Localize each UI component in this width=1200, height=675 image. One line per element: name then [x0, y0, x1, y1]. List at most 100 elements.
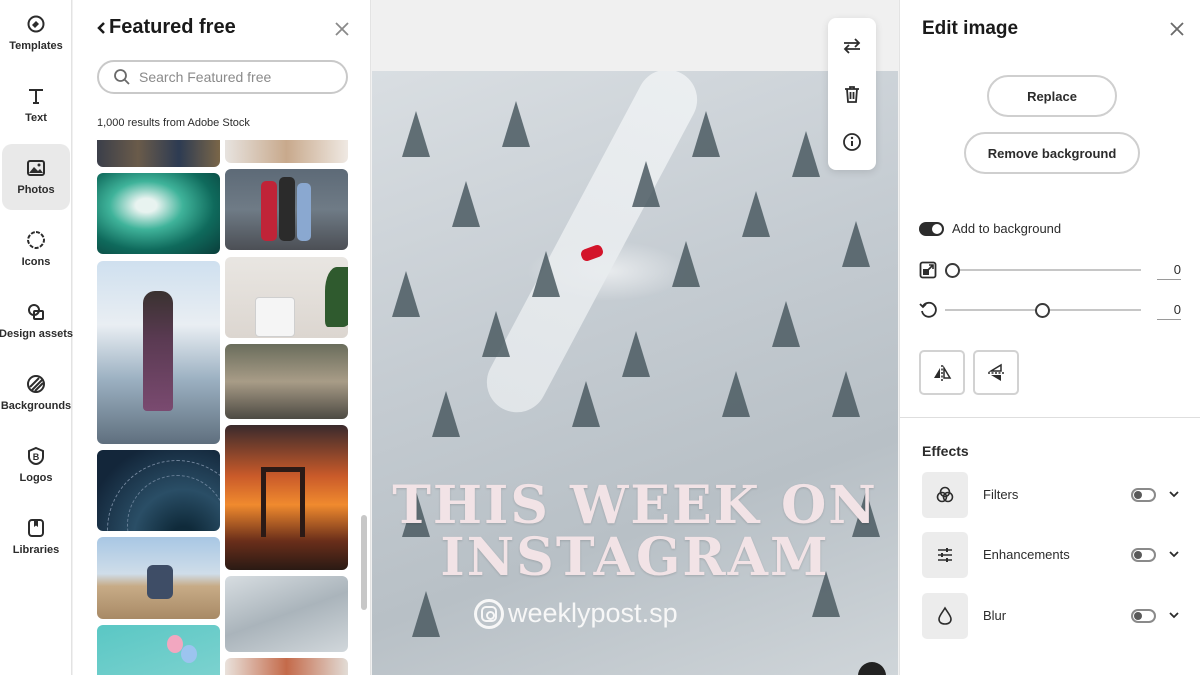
add-to-background-row: Add to background	[919, 221, 1061, 236]
flip-vertical-button[interactable]	[973, 350, 1019, 395]
rail-label-icons: Icons	[21, 256, 51, 268]
flip-horizontal-button[interactable]	[919, 350, 965, 395]
scale-slider-track[interactable]	[953, 269, 1141, 271]
rail-item-icons[interactable]: Icons	[2, 216, 70, 282]
filters-icon-tile	[922, 472, 968, 518]
tree	[742, 191, 770, 237]
results-count: 1,000 results from Adobe Stock	[97, 117, 250, 129]
headline-line2[interactable]: INSTAGRAM	[372, 531, 898, 585]
photo-thumb-woman-seaside[interactable]	[97, 261, 220, 444]
rail-item-templates[interactable]: Templates	[2, 0, 70, 66]
filters-icon	[936, 486, 954, 503]
swap-icon	[843, 38, 861, 54]
effect-label-blur: Blur	[983, 608, 1007, 623]
rail-item-photos[interactable]: Photos	[2, 144, 70, 210]
logos-icon: B	[28, 446, 44, 466]
rail-label-backgrounds: Backgrounds	[0, 400, 72, 412]
svg-text:B: B	[33, 452, 40, 462]
backgrounds-icon	[27, 375, 45, 393]
tree	[772, 301, 800, 347]
add-to-background-toggle[interactable]	[919, 221, 944, 236]
headline-line1[interactable]: THIS WEEK ON	[372, 479, 898, 533]
rotate-value[interactable]: 0	[1157, 302, 1181, 320]
photo-thumb-family[interactable]	[225, 169, 348, 250]
edit-panel-title: Edit image	[922, 18, 1019, 39]
panel-scrollbar[interactable]	[361, 515, 367, 610]
swap-button[interactable]	[840, 34, 864, 58]
rail-item-logos[interactable]: B Logos	[2, 432, 70, 498]
search-input[interactable]	[139, 69, 339, 85]
photo-thumb-train-celebration[interactable]	[225, 344, 348, 419]
photo-thumb-snowy-forest[interactable]	[225, 576, 348, 652]
close-icon[interactable]	[1168, 20, 1186, 38]
chevron-down-icon[interactable]	[1168, 609, 1180, 621]
rail-item-libraries[interactable]: Libraries	[2, 504, 70, 570]
effects-heading: Effects	[922, 443, 969, 459]
scale-slider-knob[interactable]	[945, 263, 960, 278]
scale-slider-row: 0	[919, 260, 1181, 280]
rotate-slider-knob[interactable]	[1035, 303, 1050, 318]
replace-button[interactable]: Replace	[987, 75, 1117, 117]
tree	[452, 181, 480, 227]
canvas-area: THIS WEEK ON INSTAGRAM weeklypost.sp	[372, 0, 898, 675]
info-icon	[843, 133, 861, 151]
rail-label-logos: Logos	[19, 472, 53, 484]
artboard-image[interactable]: THIS WEEK ON INSTAGRAM weeklypost.sp	[372, 71, 898, 675]
icons-icon	[26, 230, 46, 250]
rail-label-text: Text	[25, 112, 47, 124]
search-icon	[114, 69, 130, 85]
tree	[482, 311, 510, 357]
rail-label-design-assets: Design assets	[0, 328, 73, 340]
enhancements-toggle[interactable]	[1131, 548, 1156, 562]
filters-toggle[interactable]	[1131, 488, 1156, 502]
sliders-icon	[938, 548, 952, 562]
libraries-icon	[28, 519, 44, 537]
photo-thumb-hands[interactable]	[225, 140, 348, 163]
rail-label-templates: Templates	[9, 40, 63, 52]
photo-thumb-beach-chair[interactable]	[97, 537, 220, 619]
rotate-slider-row: 0	[919, 300, 1181, 320]
trash-icon	[845, 86, 859, 103]
instagram-handle[interactable]: weeklypost.sp	[474, 598, 678, 629]
scale-icon	[919, 261, 937, 279]
remove-background-button[interactable]: Remove background	[964, 132, 1140, 174]
close-icon[interactable]	[333, 20, 351, 38]
tree	[432, 391, 460, 437]
rotate-icon	[919, 301, 937, 318]
rail-item-design-assets[interactable]: Design assets	[0, 288, 73, 354]
droplet-icon	[938, 606, 952, 625]
info-button[interactable]	[840, 130, 864, 154]
left-rail: Templates Text Photos Icons Design asset…	[0, 0, 73, 675]
panel-title: Featured free	[109, 16, 236, 38]
photo-thumb-laundry[interactable]	[225, 257, 348, 338]
scale-value[interactable]: 0	[1157, 262, 1181, 280]
rail-label-libraries: Libraries	[12, 544, 60, 556]
effect-label-filters: Filters	[983, 487, 1019, 502]
photo-grid	[73, 140, 370, 675]
photo-thumb-balloons[interactable]	[97, 625, 220, 675]
photo-thumb-bridge-sunset[interactable]	[225, 425, 348, 570]
photo-thumb-city-lights[interactable]	[97, 140, 220, 167]
chevron-down-icon[interactable]	[1168, 548, 1180, 560]
photos-icon	[27, 160, 45, 176]
effect-row-filters[interactable]: Filters	[922, 472, 1184, 518]
tree	[792, 131, 820, 177]
photo-thumb-star-trails[interactable]	[97, 450, 220, 531]
edit-image-panel: Edit image Replace Remove background Add…	[899, 0, 1200, 675]
delete-button[interactable]	[840, 82, 864, 106]
search-box	[97, 60, 348, 94]
blur-toggle[interactable]	[1131, 609, 1156, 623]
tree	[622, 331, 650, 377]
effect-row-enhancements[interactable]: Enhancements	[922, 532, 1184, 578]
tree	[842, 221, 870, 267]
effect-row-blur[interactable]: Blur	[922, 593, 1184, 639]
photo-thumb-interior[interactable]	[225, 658, 348, 675]
tree	[532, 251, 560, 297]
rail-label-photos: Photos	[17, 184, 55, 196]
photo-thumb-wave[interactable]	[97, 173, 220, 254]
flip-horizontal-icon	[934, 364, 952, 381]
rail-item-text[interactable]: Text	[2, 72, 70, 138]
rail-item-backgrounds[interactable]: Backgrounds	[0, 360, 72, 426]
chevron-left-icon[interactable]	[95, 18, 109, 38]
chevron-down-icon[interactable]	[1168, 488, 1180, 500]
